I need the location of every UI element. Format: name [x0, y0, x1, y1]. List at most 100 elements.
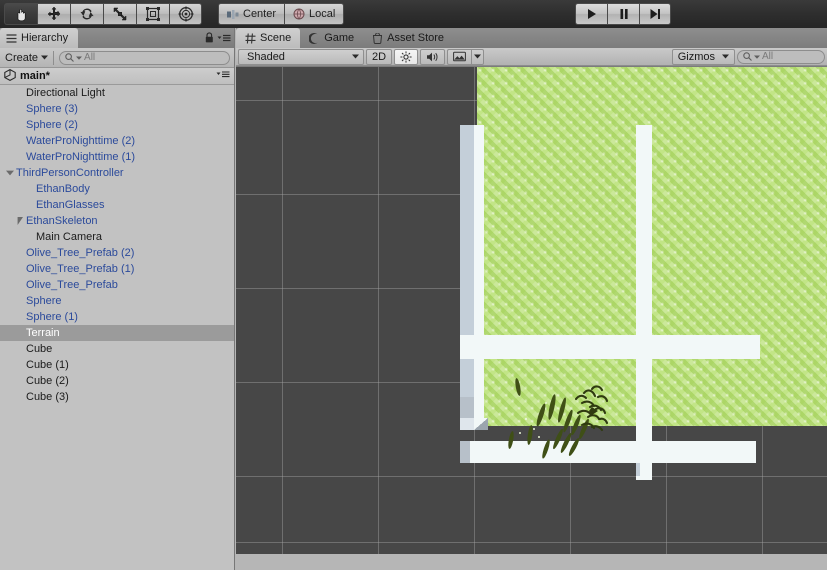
- gizmos-dropdown[interactable]: Gizmos: [671, 48, 735, 65]
- scene-row-menu-icon[interactable]: [216, 70, 230, 82]
- play-button[interactable]: [575, 3, 607, 25]
- scene-root-label: main*: [20, 70, 50, 82]
- scene-panel-bottom: [236, 562, 827, 570]
- toggle-audio-button[interactable]: [420, 48, 446, 65]
- tab-game[interactable]: Game: [300, 28, 363, 48]
- scene-viewport[interactable]: [236, 67, 827, 562]
- terrain-grass-details: [508, 378, 609, 459]
- hierarchy-item[interactable]: ThirdPersonController: [0, 165, 234, 181]
- space-mode-label: Local: [309, 8, 336, 20]
- tab-scene-label: Scene: [260, 32, 292, 44]
- cube-left-side-face[interactable]: [460, 125, 474, 418]
- hierarchy-item[interactable]: WaterProNighttime (1): [0, 149, 234, 165]
- hierarchy-toolbar: Create All: [0, 48, 234, 68]
- hierarchy-item[interactable]: Terrain: [0, 325, 234, 341]
- hierarchy-item[interactable]: Sphere (1): [0, 309, 234, 325]
- tab-game-label: Game: [324, 32, 355, 44]
- hand-icon: [17, 8, 26, 22]
- chevron-down-icon: [754, 55, 760, 59]
- hierarchy-item-label: Sphere (3): [26, 103, 78, 115]
- tab-scene[interactable]: Scene: [236, 28, 301, 48]
- chevron-down-icon: [474, 54, 482, 59]
- hierarchy-item-label: WaterProNighttime (2): [26, 135, 136, 147]
- hierarchy-item[interactable]: Cube (3): [0, 389, 234, 405]
- hierarchy-item-label: Cube: [26, 343, 53, 355]
- step-icon: [650, 9, 660, 19]
- hierarchy-item[interactable]: EthanSkeleton: [0, 213, 234, 229]
- hierarchy-item-label: Cube (2): [26, 375, 69, 387]
- search-icon: [743, 52, 752, 61]
- pivot-center-icon: [227, 9, 239, 19]
- scene-search-input[interactable]: All: [737, 49, 825, 64]
- rect-tool-button[interactable]: [136, 3, 169, 25]
- hierarchy-item-label: Cube (3): [26, 391, 69, 403]
- hand-tool-button[interactable]: [4, 3, 37, 25]
- hierarchy-item-label: Sphere (1): [26, 311, 78, 323]
- hierarchy-item[interactable]: Olive_Tree_Prefab (1): [0, 261, 234, 277]
- panel-menu-icon[interactable]: [217, 30, 231, 48]
- unity-scene-icon: [4, 68, 16, 84]
- hierarchy-item-label: Main Camera: [36, 231, 103, 243]
- scale-tool-button[interactable]: [103, 3, 136, 25]
- hierarchy-item-label: Olive_Tree_Prefab (1): [26, 263, 135, 275]
- pause-icon: [620, 9, 628, 19]
- tab-asset-store-label: Asset Store: [387, 32, 445, 44]
- transform-tools-group: [4, 3, 202, 25]
- hierarchy-item-label: EthanBody: [36, 183, 90, 195]
- draw-mode-dropdown[interactable]: Shaded: [238, 48, 364, 65]
- sun-icon: [400, 50, 412, 63]
- terrain-object[interactable]: [477, 67, 827, 426]
- hierarchy-item[interactable]: EthanGlasses: [0, 197, 234, 213]
- hierarchy-item[interactable]: EthanBody: [0, 181, 234, 197]
- pivot-mode-button[interactable]: Center: [218, 3, 285, 25]
- lock-icon[interactable]: [205, 30, 214, 48]
- space-mode-button[interactable]: Local: [284, 3, 345, 25]
- tab-hierarchy-label: Hierarchy: [21, 32, 69, 44]
- hierarchy-search-input[interactable]: All: [59, 50, 230, 65]
- toggle-lighting-button[interactable]: [394, 48, 419, 65]
- hierarchy-item-label: Terrain: [26, 327, 60, 339]
- hierarchy-item[interactable]: Cube (2): [0, 373, 234, 389]
- rotate-icon: [80, 8, 94, 20]
- cube-left-foot-bevel: [474, 418, 488, 430]
- toggle-effects-button[interactable]: [447, 48, 472, 65]
- hierarchy-item[interactable]: Main Camera: [0, 229, 234, 245]
- tab-asset-store[interactable]: Asset Store: [363, 28, 453, 48]
- hierarchy-item-label: Sphere: [26, 295, 62, 307]
- toggle-2d-label: 2D: [372, 50, 387, 63]
- tab-hierarchy[interactable]: Hierarchy: [0, 28, 79, 48]
- cube-left-front-face[interactable]: [474, 125, 484, 418]
- hierarchy-item[interactable]: Directional Light: [0, 85, 234, 101]
- scene-root-row[interactable]: main*: [0, 68, 234, 85]
- create-button[interactable]: Create: [4, 51, 49, 64]
- local-space-icon: [293, 8, 305, 20]
- hierarchy-item-label: ThirdPersonController: [16, 167, 124, 179]
- cube-vertical-pillar[interactable]: [636, 125, 652, 480]
- hierarchy-item[interactable]: Olive_Tree_Prefab: [0, 277, 234, 293]
- draw-mode-label: Shaded: [247, 50, 285, 63]
- step-button[interactable]: [639, 3, 671, 25]
- move-tool-button[interactable]: [37, 3, 70, 25]
- hierarchy-item-label: Olive_Tree_Prefab: [26, 279, 118, 291]
- rotate-tool-button[interactable]: [70, 3, 103, 25]
- hierarchy-tabbar: Hierarchy: [0, 28, 234, 48]
- chevron-down-icon[interactable]: [4, 170, 16, 176]
- hierarchy-search-placeholder: All: [84, 52, 96, 63]
- hierarchy-item[interactable]: Cube: [0, 341, 234, 357]
- effects-dropdown-button[interactable]: [471, 48, 485, 65]
- hierarchy-item[interactable]: Sphere: [0, 293, 234, 309]
- cube-upper-beam[interactable]: [460, 335, 760, 359]
- hierarchy-tabbar-actions: [205, 30, 231, 48]
- hierarchy-item[interactable]: Olive_Tree_Prefab (2): [0, 245, 234, 261]
- pause-button[interactable]: [607, 3, 639, 25]
- chevron-right-icon[interactable]: [14, 217, 26, 225]
- combined-transform-tool-button[interactable]: [169, 3, 202, 25]
- hierarchy-item[interactable]: Cube (1): [0, 357, 234, 373]
- create-button-label: Create: [5, 51, 39, 64]
- hierarchy-item[interactable]: Sphere (3): [0, 101, 234, 117]
- combined-transform-icon: [178, 6, 193, 22]
- hierarchy-item[interactable]: Sphere (2): [0, 117, 234, 133]
- main-toolbar: Center Local: [0, 0, 827, 28]
- toggle-2d-button[interactable]: 2D: [366, 48, 393, 65]
- hierarchy-item[interactable]: WaterProNighttime (2): [0, 133, 234, 149]
